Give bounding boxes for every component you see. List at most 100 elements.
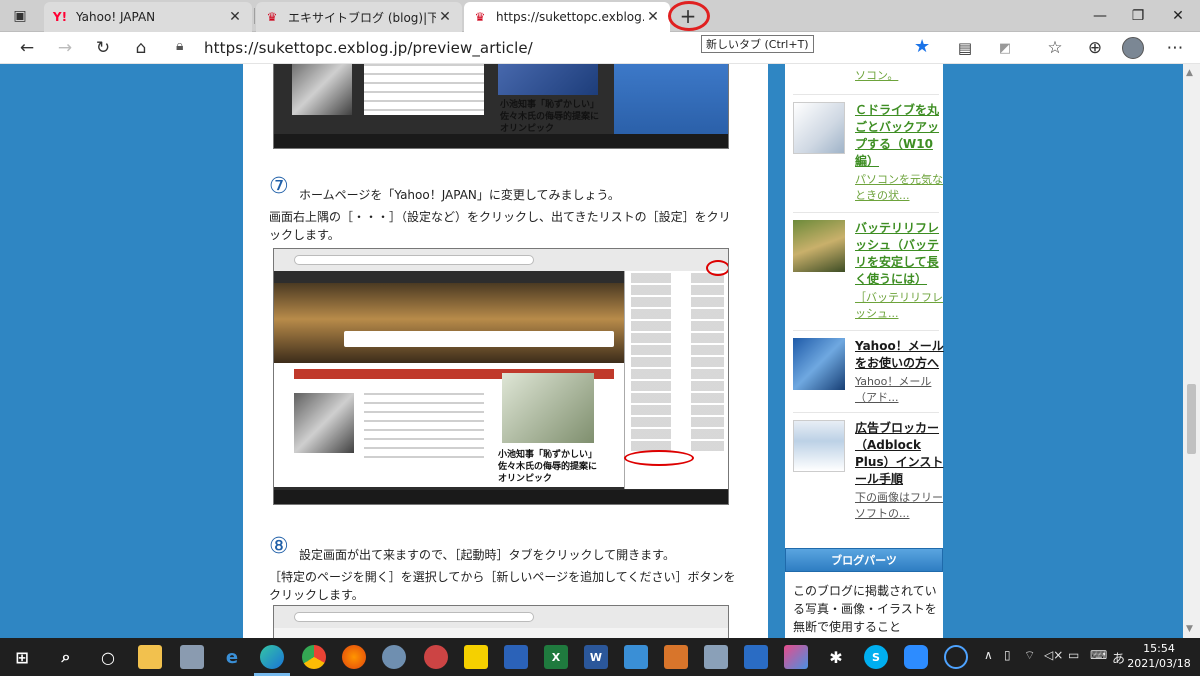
close-icon[interactable]: ✕ xyxy=(644,9,662,25)
divider xyxy=(793,412,939,413)
highlight-circle xyxy=(668,1,710,31)
divider xyxy=(793,212,939,213)
app-icon[interactable] xyxy=(382,645,406,669)
sidebar-article-sub[interactable]: Yahoo！メール（アド... xyxy=(855,374,947,406)
sidebar-article-title[interactable]: Ｃドライブを丸ごとバックアップする（W10編） xyxy=(855,102,947,170)
clock-date: 2021/03/18 xyxy=(1127,657,1191,670)
app-icon[interactable] xyxy=(504,645,528,669)
word-icon[interactable]: W xyxy=(584,645,608,669)
excite-favicon-icon: ♛ xyxy=(266,10,278,24)
tray-app-icon[interactable]: ▯ xyxy=(1004,648,1011,662)
web-page: 小池知事「恥ずかしい」 佐々木氏の侮辱的提案に オリンピック ⑦ ホームページを… xyxy=(0,64,1200,638)
minimize-button[interactable]: — xyxy=(1080,4,1120,28)
screenshot-photo xyxy=(292,64,352,115)
article-thumbnail[interactable] xyxy=(793,220,845,272)
sidebar-article-title[interactable]: 広告ブロッカー（Adblock Plus）インストール手順 xyxy=(855,420,947,488)
sticky-notes-icon[interactable] xyxy=(464,645,488,669)
back-button[interactable]: ← xyxy=(14,36,40,60)
sidebar-article-title[interactable]: バッテリリフレッシュ（バッテリを安定して長く使うには） xyxy=(855,220,947,288)
sidebar: ソコン。 Ｃドライブを丸ごとバックアップする（W10編） パソコンを元気なときの… xyxy=(785,64,944,638)
step-8-number: ⑧ xyxy=(269,534,289,559)
tab-divider xyxy=(254,8,255,24)
file-explorer-icon[interactable] xyxy=(138,645,162,669)
extension-2-icon[interactable]: ◩ xyxy=(992,36,1018,60)
step-8-body: ［特定のページを開く］を選択してから［新しいページを追加してください］ボタンをク… xyxy=(269,570,736,602)
wifi-icon[interactable]: ⌔ xyxy=(1024,648,1035,663)
close-icon[interactable]: ✕ xyxy=(226,9,244,25)
keyboard-icon[interactable]: ⌨ xyxy=(1090,648,1107,662)
scroll-thumb[interactable] xyxy=(1187,384,1196,454)
blog-parts-text: このブログに掲載されている写真・画像・イラストを無断で使用すること xyxy=(793,584,937,634)
settings-more-button[interactable]: ⋯ xyxy=(1162,36,1188,60)
app-icon[interactable] xyxy=(784,645,808,669)
screenshot-headline: 小池知事「恥ずかしい」 佐々木氏の侮辱的提案に オリンピック xyxy=(500,100,600,134)
chrome-icon[interactable] xyxy=(302,645,326,669)
article-thumbnail[interactable] xyxy=(793,420,845,472)
tab-label: https://sukettopc.exblog.jp/previ xyxy=(496,10,644,24)
screenshot-hero-image xyxy=(274,283,624,363)
remote-desktop-icon[interactable] xyxy=(744,645,768,669)
skype-icon[interactable]: S xyxy=(864,645,888,669)
tab-excite-draft[interactable]: ♛ エキサイトブログ (blog)|下書き編集 ✕ xyxy=(256,2,462,32)
edge-icon[interactable] xyxy=(260,645,284,669)
extension-icon[interactable]: ▤ xyxy=(952,36,978,60)
tray-expand-icon[interactable]: ∧ xyxy=(984,648,993,662)
favorites-icon[interactable]: ☆ xyxy=(1042,36,1068,60)
step-7-title: ホームページを「Yahoo！JAPAN」に変更してみましょう。 xyxy=(299,188,620,202)
windows-start-icon[interactable]: ⊞ xyxy=(10,645,34,669)
zoom-icon[interactable] xyxy=(904,645,928,669)
app-icon[interactable] xyxy=(664,645,688,669)
firefox-icon[interactable] xyxy=(342,645,366,669)
refresh-button[interactable]: ↻ xyxy=(90,36,116,60)
home-button[interactable]: ⌂ xyxy=(128,36,154,60)
tab-preview-article[interactable]: ♛ https://sukettopc.exblog.jp/previ ✕ xyxy=(464,2,670,32)
app-icon[interactable] xyxy=(424,645,448,669)
excel-icon[interactable]: X xyxy=(544,645,568,669)
search-icon[interactable]: ⌕ xyxy=(54,645,78,669)
lock-icon[interactable]: 🔒︎ xyxy=(176,38,183,54)
sidebar-article-sub[interactable]: パソコンを元気なときの状... xyxy=(855,172,947,204)
step-7-number: ⑦ xyxy=(269,174,289,199)
tab-label: Yahoo! JAPAN xyxy=(76,10,156,24)
avatar xyxy=(1122,37,1144,59)
internet-explorer-icon[interactable]: e xyxy=(220,645,244,669)
new-tab-tooltip: 新しいタブ (Ctrl+T) xyxy=(701,35,814,53)
screenshot-headline: 小池知事「恥ずかしい」 佐々木氏の侮辱的提案に オリンピック xyxy=(498,450,598,484)
slack-icon[interactable]: ✱ xyxy=(824,645,848,669)
task-view-icon[interactable]: ○ xyxy=(96,645,120,669)
divider xyxy=(793,330,939,331)
app-icon[interactable] xyxy=(704,645,728,669)
collections-icon[interactable]: ⊕ xyxy=(1082,36,1108,60)
article-screenshot-settings-menu: 小池知事「恥ずかしい」 佐々木氏の侮辱的提案に オリンピック xyxy=(273,248,729,505)
tab-label: エキサイトブログ (blog)|下書き編集 xyxy=(288,10,436,25)
profile-button[interactable] xyxy=(1120,36,1146,60)
close-window-button[interactable]: ✕ xyxy=(1158,4,1198,28)
app-icon[interactable] xyxy=(624,645,648,669)
close-icon[interactable]: ✕ xyxy=(436,9,454,25)
page-scrollbar[interactable]: ▲ ▼ xyxy=(1183,64,1200,638)
app-icon[interactable] xyxy=(180,645,204,669)
scroll-down-icon[interactable]: ▼ xyxy=(1186,624,1193,634)
sidebar-article-title[interactable]: Yahoo！メールをお使いの方へ xyxy=(855,338,947,372)
scroll-up-icon[interactable]: ▲ xyxy=(1186,68,1193,78)
article-thumbnail[interactable] xyxy=(793,102,845,154)
sidebar-article-sub[interactable]: ソコン。 xyxy=(855,68,947,84)
screenshot-browser-bar xyxy=(274,606,728,628)
article-thumbnail[interactable] xyxy=(793,338,845,390)
battery-icon[interactable]: ▭ xyxy=(1068,648,1079,662)
step-8-title: 設定画面が出て来ますので、［起動時］タブをクリックして開きます。 xyxy=(299,548,675,562)
excite-favicon-icon: ♛ xyxy=(474,10,486,24)
taskbar-clock[interactable]: 15:54 2021/03/18 xyxy=(1120,641,1198,671)
address-bar[interactable]: https://sukettopc.exblog.jp/preview_arti… xyxy=(204,39,533,57)
sidebar-article-sub[interactable]: 下の画像はフリーソフトの... xyxy=(855,490,947,522)
volume-icon[interactable]: ◁× xyxy=(1044,648,1063,662)
tab-yahoo[interactable]: Y! Yahoo! JAPAN ✕ xyxy=(44,2,252,32)
app-icon[interactable] xyxy=(944,645,968,669)
tab-actions-icon[interactable]: ▣ xyxy=(8,6,32,26)
sidebar-article-sub[interactable]: ［バッテリリフレッシュ... xyxy=(855,290,947,322)
forward-button[interactable]: → xyxy=(52,36,78,60)
favorite-star-icon[interactable]: ★ xyxy=(914,36,930,57)
screenshot-taskbar xyxy=(274,134,728,148)
clock-time: 15:54 xyxy=(1143,642,1175,655)
restore-button[interactable]: ❐ xyxy=(1118,4,1158,28)
